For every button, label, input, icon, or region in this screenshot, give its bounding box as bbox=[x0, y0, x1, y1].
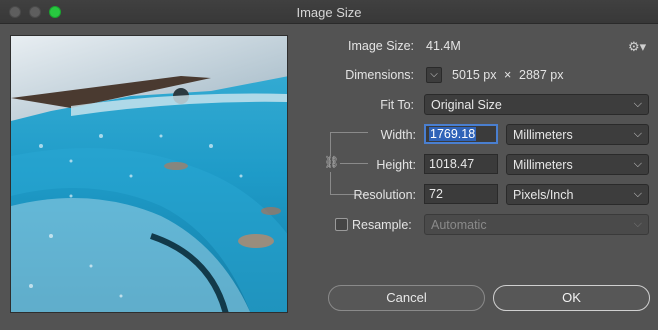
cancel-button[interactable]: Cancel bbox=[328, 285, 485, 311]
image-size-value: 41.4M bbox=[426, 39, 461, 53]
image-preview[interactable] bbox=[10, 35, 288, 313]
width-value: 1769.18 bbox=[429, 127, 477, 141]
fit-to-label: Fit To: bbox=[380, 98, 414, 112]
dimensions-units-dropdown[interactable]: ⌵ bbox=[426, 67, 442, 83]
dimensions-height: 2887 px bbox=[519, 68, 564, 82]
title-bar: Image Size bbox=[0, 0, 658, 24]
resample-method-value: Automatic bbox=[431, 218, 487, 232]
height-unit-select[interactable]: Millimeters ⌵ bbox=[506, 154, 649, 175]
height-value: 1018.47 bbox=[429, 157, 475, 171]
width-label: Width: bbox=[380, 128, 416, 142]
width-field[interactable]: 1769.18 bbox=[424, 124, 498, 144]
height-unit-value: Millimeters bbox=[513, 158, 573, 172]
ok-button[interactable]: OK bbox=[493, 285, 650, 311]
dimensions-separator: × bbox=[504, 68, 512, 82]
chevron-down-icon: ⌵ bbox=[633, 158, 642, 170]
chevron-down-icon: ⌵ bbox=[633, 188, 642, 200]
resolution-unit-value: Pixels/Inch bbox=[513, 188, 574, 202]
resample-checkbox[interactable] bbox=[335, 218, 348, 231]
window-title: Image Size bbox=[296, 5, 362, 20]
chevron-down-icon: ⌵ bbox=[430, 69, 438, 80]
resample-label: Resample: bbox=[352, 218, 412, 232]
dimensions-width: 5015 px bbox=[452, 68, 497, 82]
resolution-field[interactable]: 72 bbox=[424, 184, 498, 204]
resolution-label: Resolution: bbox=[353, 188, 416, 202]
image-size-label: Image Size: bbox=[347, 39, 414, 53]
height-field[interactable]: 1018.47 bbox=[424, 154, 498, 174]
chevron-down-icon: ⌵ bbox=[633, 128, 642, 140]
width-unit-select[interactable]: Millimeters ⌵ bbox=[506, 124, 649, 145]
resolution-unit-select[interactable]: Pixels/Inch ⌵ bbox=[506, 184, 649, 205]
width-unit-value: Millimeters bbox=[513, 128, 573, 142]
resample-method-select: Automatic ⌵ bbox=[424, 214, 649, 235]
image-size-dialog: Image Size ⚙▾ Image Size: 41.4M Dimensio… bbox=[0, 0, 658, 330]
gear-icon[interactable]: ⚙▾ bbox=[628, 39, 646, 55]
resolution-value: 72 bbox=[429, 187, 443, 201]
chevron-down-icon: ⌵ bbox=[633, 98, 642, 110]
fit-to-value: Original Size bbox=[431, 98, 502, 112]
fit-to-select[interactable]: Original Size ⌵ bbox=[424, 94, 649, 115]
image-preview-graphic bbox=[11, 36, 287, 312]
dimensions-label: Dimensions: bbox=[345, 68, 414, 82]
height-label: Height: bbox=[376, 158, 416, 172]
chevron-down-icon: ⌵ bbox=[633, 218, 642, 230]
